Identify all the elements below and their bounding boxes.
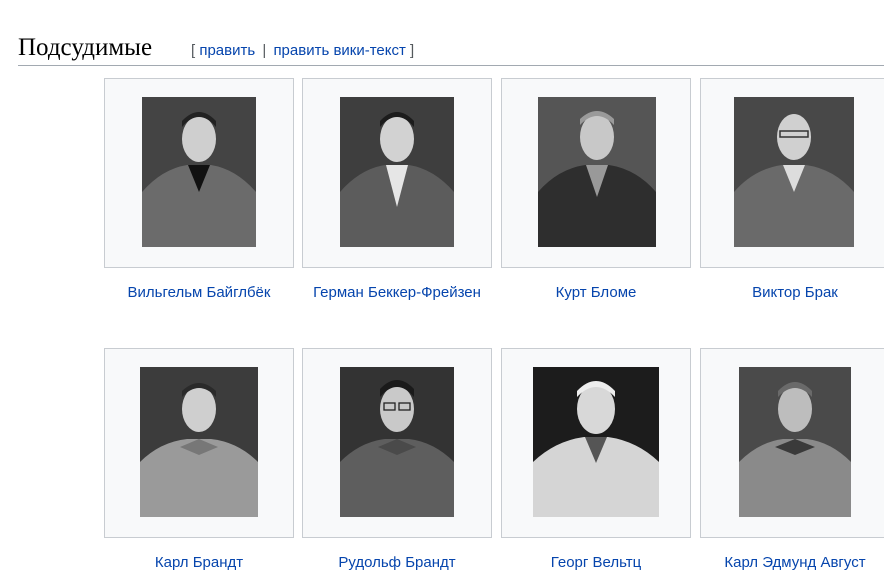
- thumbnail-frame: [104, 78, 294, 268]
- portrait-photo-icon[interactable]: [533, 367, 659, 517]
- edit-link[interactable]: править: [199, 42, 255, 59]
- thumbnail-frame: [501, 78, 691, 268]
- caption-link[interactable]: Георг Вельтц: [501, 550, 691, 576]
- thumbnail-frame: [302, 78, 492, 268]
- caption-link[interactable]: Карл Брандт: [104, 550, 294, 576]
- caption-link[interactable]: Герман Беккер-Фрейзен: [302, 280, 492, 306]
- portrait-photo-icon[interactable]: [734, 97, 854, 247]
- section-title: Подсудимые: [18, 34, 153, 61]
- bracket-close: ]: [410, 42, 415, 59]
- edit-section-links: [ править | править вики-текст ]: [191, 42, 414, 60]
- thumbnail-frame: [501, 348, 691, 538]
- section-heading: Подсудимые [ править | править вики-текс…: [18, 30, 884, 66]
- portrait-photo-icon[interactable]: [340, 367, 454, 517]
- caption-link[interactable]: Виктор Брак: [700, 280, 884, 306]
- page: Подсудимые [ править | править вики-текс…: [0, 0, 884, 579]
- thumbnail-frame: [104, 348, 294, 538]
- caption-link[interactable]: Вильгельм Байглбёк: [104, 280, 294, 306]
- portrait-photo-icon[interactable]: [538, 97, 656, 247]
- caption-link[interactable]: Курт Бломе: [501, 280, 691, 306]
- portrait-photo-icon[interactable]: [340, 97, 454, 247]
- edit-separator: |: [262, 42, 267, 59]
- caption-link[interactable]: Рудольф Брандт: [302, 550, 492, 576]
- bracket-open: [: [191, 42, 196, 59]
- thumbnail-frame: [302, 348, 492, 538]
- edit-wikitext-link[interactable]: править вики-текст: [273, 42, 405, 59]
- caption-link[interactable]: Карл Эдмунд Август: [700, 550, 884, 576]
- thumbnail-frame: [700, 78, 884, 268]
- portrait-photo-icon[interactable]: [739, 367, 851, 517]
- portrait-photo-icon[interactable]: [142, 97, 256, 247]
- portrait-photo-icon[interactable]: [140, 367, 258, 517]
- thumbnail-frame: [700, 348, 884, 538]
